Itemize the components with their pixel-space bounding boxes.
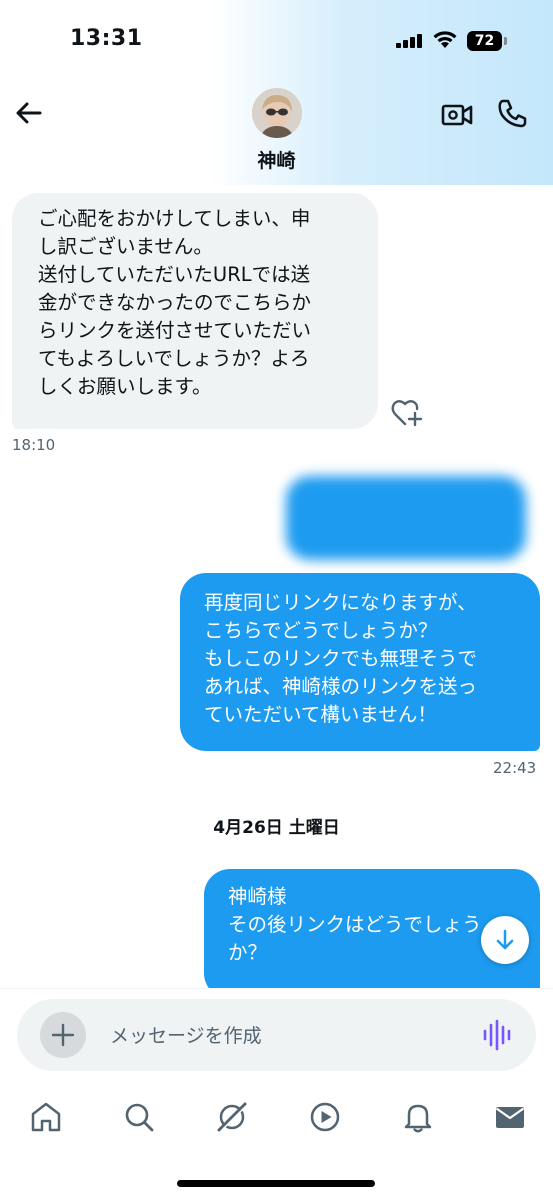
- video-play-icon[interactable]: [308, 1100, 342, 1134]
- message-input[interactable]: メッセージを作成: [110, 1021, 262, 1048]
- outgoing-message[interactable]: 再度同じリンクになりますが、 こちらでどうでしょうか？ もしこのリンクでも無理そ…: [180, 573, 540, 751]
- scroll-to-bottom-button[interactable]: [481, 916, 529, 964]
- voice-message-icon[interactable]: [482, 1018, 512, 1052]
- composer: [17, 999, 536, 1071]
- message-time: 22:43: [493, 759, 537, 777]
- home-indicator: [177, 1180, 375, 1187]
- arrow-down-icon: [496, 929, 514, 950]
- mail-icon[interactable]: [493, 1100, 527, 1134]
- add-reaction-icon[interactable]: [391, 398, 423, 428]
- phone-icon[interactable]: [496, 96, 530, 130]
- date-divider: 4月26日 土曜日: [213, 818, 340, 838]
- video-camera-icon[interactable]: [440, 98, 474, 132]
- arrow-left-icon[interactable]: [12, 96, 46, 130]
- wifi-icon: [433, 31, 457, 48]
- bell-icon[interactable]: [401, 1100, 435, 1134]
- add-attachment-button[interactable]: [40, 1012, 86, 1058]
- home-icon[interactable]: [29, 1100, 63, 1134]
- search-icon[interactable]: [122, 1100, 156, 1134]
- avatar[interactable]: [252, 88, 302, 138]
- cellular-signal-icon: [396, 34, 424, 48]
- plus-icon: [51, 1023, 75, 1047]
- incoming-message[interactable]: ご心配をおかけしてしまい、申 し訳ございません。 送付していただいたURLでは送…: [12, 193, 378, 429]
- status-time: 13:31: [70, 26, 143, 51]
- redacted-message: [286, 476, 526, 560]
- status-bar: 13:31 72: [0, 0, 553, 80]
- message-time: 18:10: [12, 436, 56, 454]
- battery-level: 72: [467, 31, 502, 51]
- grok-icon[interactable]: [215, 1100, 249, 1134]
- battery-icon: 72: [467, 31, 507, 51]
- contact-name[interactable]: 神崎: [0, 146, 553, 173]
